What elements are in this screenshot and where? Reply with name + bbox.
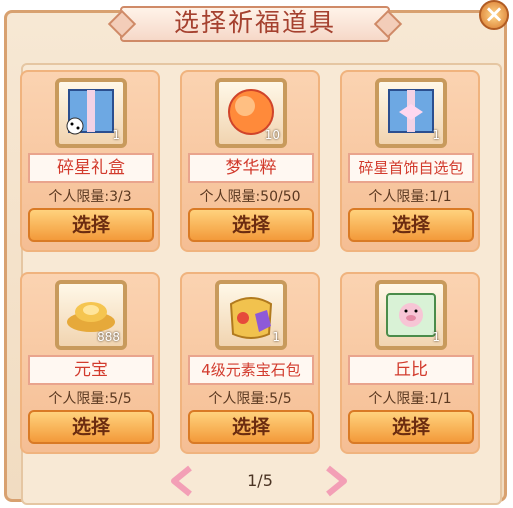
next-page-icon[interactable] [322,464,350,498]
item-quantity: 1 [432,128,440,142]
select-button[interactable]: 选择 [188,410,314,444]
select-button[interactable]: 选择 [28,410,154,444]
select-button[interactable]: 选择 [188,208,314,242]
close-icon[interactable]: × [479,0,509,30]
item-name: 4级元素宝石包 [188,355,314,385]
gem-bag-icon: 1 [215,280,287,350]
item-card: 10 梦华粹 个人限量:50/50 选择 [180,70,320,252]
dialog-title: 选择祈福道具 [173,8,336,37]
select-button[interactable]: 选择 [28,208,154,242]
item-limit: 个人限量:5/5 [208,391,292,407]
item-card: 888 元宝 个人限量:5/5 选择 [20,272,160,454]
page-indicator: 1/5 [247,471,273,490]
select-button[interactable]: 选择 [348,208,474,242]
item-limit: 个人限量:5/5 [48,391,132,407]
item-quantity: 1 [112,128,120,142]
item-name: 梦华粹 [188,153,314,183]
item-limit: 个人限量:1/1 [368,391,452,407]
item-quantity: 888 [97,330,120,344]
item-name: 碎星首饰自选包 [348,153,474,183]
dialog-title-banner: 选择祈福道具 [120,2,390,42]
item-card: 1 碎星首饰自选包 个人限量:1/1 选择 [340,70,480,252]
item-card: 1 4级元素宝石包 个人限量:5/5 选择 [180,272,320,454]
item-limit: 个人限量:1/1 [368,189,452,205]
gift-box-icon: 1 [55,78,127,148]
gold-ingot-icon: 888 [55,280,127,350]
gift-box-icon: 1 [375,78,447,148]
item-card: 1 碎星礼盒 个人限量:3/3 选择 [20,70,160,252]
item-limit: 个人限量:3/3 [48,189,132,205]
prev-page-icon[interactable] [168,464,196,498]
item-limit: 个人限量:50/50 [199,189,301,205]
item-quantity: 10 [264,128,280,142]
orb-icon: 10 [215,78,287,148]
item-card: 1 丘比 个人限量:1/1 选择 [340,272,480,454]
item-name: 碎星礼盒 [28,153,154,183]
select-button[interactable]: 选择 [348,410,474,444]
item-quantity: 1 [432,330,440,344]
item-name: 元宝 [28,355,154,385]
pig-scroll-icon: 1 [375,280,447,350]
item-quantity: 1 [272,330,280,344]
item-name: 丘比 [348,355,474,385]
